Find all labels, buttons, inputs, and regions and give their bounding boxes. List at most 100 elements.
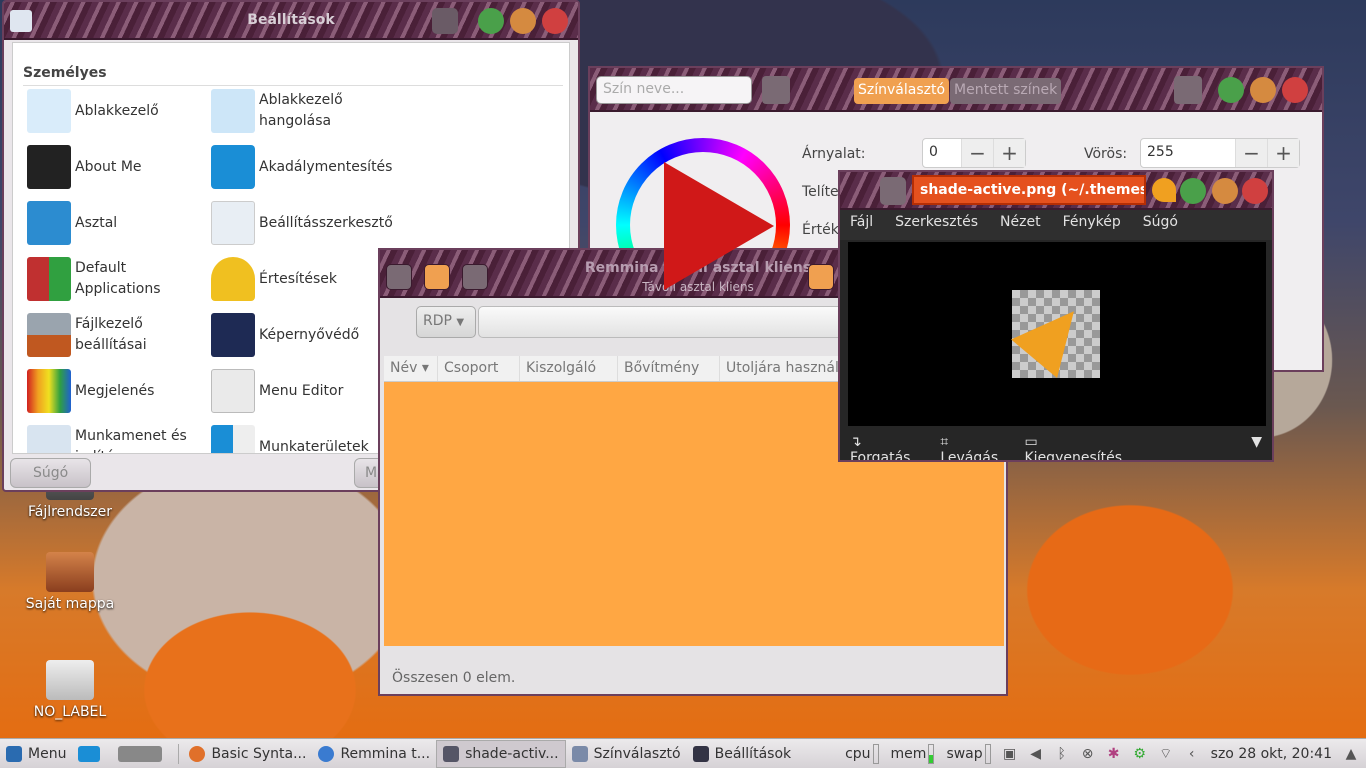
workspaces-icon [211,425,255,453]
straighten-button[interactable]: ▭ Kiegyenesítés [1024,434,1134,460]
desktop-icon-label: Fájlrendszer [28,504,112,520]
minimize-icon[interactable] [1180,178,1206,204]
settings-item-label: Értesítések [259,270,338,287]
list-view-icon[interactable] [808,264,834,290]
color-name-input[interactable]: Szín neve... [596,76,752,104]
protocol-select[interactable]: RDP ▼ [416,306,476,338]
settings-item[interactable]: Ablakkezelő [27,89,207,133]
hue-value[interactable]: 0 [923,139,961,167]
maximize-icon[interactable] [510,8,536,34]
crop-icon: ⌗ [940,434,949,450]
help-button[interactable]: Súgó [10,458,92,488]
screensaver-icon [211,313,255,357]
bug-icon[interactable]: ✱ [1105,745,1123,763]
blocked-icon[interactable]: ⊗ [1079,745,1097,763]
maximize-icon[interactable] [1250,77,1276,103]
hue-spinner[interactable]: 0 − + [922,138,1026,168]
decrement-button[interactable]: − [961,139,993,167]
close-icon[interactable] [1282,77,1308,103]
increment-button[interactable]: + [993,139,1025,167]
task-settings[interactable]: Beállítások [687,740,798,768]
workspace-switcher[interactable] [112,740,174,768]
wifi-icon[interactable]: ⌔ [1157,745,1175,763]
crop-button[interactable]: ⌗ Levágás [940,434,1006,460]
volume-icon[interactable]: ◀ [1027,745,1045,763]
save-icon[interactable] [762,76,790,104]
titlebar[interactable]: Beállítások [4,2,578,40]
status-bar: Összesen 0 elem. [392,670,516,686]
settings-item[interactable]: Beállításszerkesztő [211,201,393,245]
tab-saved-colors[interactable]: Mentett színek [950,78,1062,104]
maximize-icon[interactable] [1212,178,1238,204]
image-viewer-icon [443,745,460,762]
column-server[interactable]: Kiszolgáló [520,356,618,381]
settings-item[interactable]: Munkaterületek [211,425,391,453]
column-name[interactable]: Név ▾ [384,356,438,381]
menu-help[interactable]: Súgó [1143,214,1178,236]
settings-item[interactable]: About Me [27,145,207,189]
cpu-monitor[interactable]: cpu [839,740,884,768]
taskbar: Menu Basic Synta... Remmina t... shade-a… [0,738,1366,768]
settings-item[interactable]: Fájlkezelő beállításai [27,313,207,357]
column-group[interactable]: Csoport [438,356,520,381]
settings-item[interactable]: Képernyővédő [211,313,391,357]
settings-item[interactable]: Értesítések [211,257,391,301]
settings-item[interactable]: Asztal [27,201,207,245]
titlebar[interactable]: Szín neve... Színválasztó Mentett színek [590,68,1322,112]
saturation-value-triangle[interactable] [664,162,774,290]
task-image-viewer[interactable]: shade-activ... [436,739,566,768]
swap-monitor[interactable]: swap [940,740,996,768]
new-connection-icon[interactable] [386,264,412,290]
settings-item-label: Default Applications [75,260,161,297]
titlebar[interactable]: shade-active.png (~/.themes/tr [840,172,1272,210]
settings-item[interactable]: Menu Editor [211,369,391,413]
settings-item-label: Munkamenet és indítás [75,428,187,453]
bluetooth-icon[interactable]: ᛒ [1053,745,1071,763]
minimize-icon[interactable] [1218,77,1244,103]
notification-bell-icon[interactable]: ▲ [1342,745,1360,763]
settings-item[interactable]: Akadálymentesítés [211,145,392,189]
show-desktop-button[interactable] [72,740,112,768]
tab-color-picker[interactable]: Színválasztó [854,78,950,104]
gear-icon[interactable]: ⚙ [1131,745,1149,763]
red-value[interactable]: 255 [1141,139,1235,167]
task-browser[interactable]: Basic Synta... [183,740,312,768]
red-spinner[interactable]: 255 − + [1140,138,1300,168]
chevron-left-icon[interactable]: ‹ [1183,745,1201,763]
minimize-icon[interactable] [478,8,504,34]
close-icon[interactable] [1242,178,1268,204]
settings-item[interactable]: Megjelenés [27,369,207,413]
settings-item[interactable]: Default Applications [27,257,207,301]
mem-monitor[interactable]: mem [885,740,941,768]
search-icon[interactable] [424,264,450,290]
settings-item-label: Ablakkezelő hangolása [259,92,343,129]
desktop-icon-home[interactable]: Saját mappa [10,552,130,612]
menu-icon[interactable] [1174,76,1202,104]
menu-button[interactable]: Menu [0,740,72,768]
clipboard-icon[interactable]: ▣ [1001,745,1019,763]
task-color-picker[interactable]: Színválasztó [566,740,687,768]
rotate-button[interactable]: ↴ Forgatás [850,434,922,460]
menu-edit[interactable]: Szerkesztés [895,214,978,236]
menu-file[interactable]: Fájl [850,214,873,236]
trash-icon[interactable] [880,177,906,205]
settings-icon [692,745,709,762]
menu-image[interactable]: Fénykép [1063,214,1121,236]
chevron-down-icon[interactable]: ▼ [1251,434,1262,456]
image-canvas[interactable] [848,242,1266,426]
column-plugin[interactable]: Bővítmény [618,356,720,381]
settings-item[interactable]: Munkamenet és indítás [27,425,207,453]
info-icon[interactable] [462,264,488,290]
increment-button[interactable]: + [1267,139,1299,167]
image-viewer-window: shade-active.png (~/.themes/tr Fájl Szer… [838,170,1274,462]
menu-view[interactable]: Nézet [1000,214,1041,236]
decrement-button[interactable]: − [1235,139,1267,167]
task-remmina[interactable]: Remmina t... [312,740,436,768]
search-icon[interactable] [432,8,458,34]
settings-item[interactable]: Ablakkezelő hangolása [211,89,391,133]
clock[interactable]: szo 28 okt, 20:41 [1205,740,1338,768]
close-icon[interactable] [542,8,568,34]
ruler-icon: ▭ [1024,434,1038,450]
desktop-icon-drive[interactable]: NO_LABEL [10,660,130,720]
folder-icon [46,552,94,592]
